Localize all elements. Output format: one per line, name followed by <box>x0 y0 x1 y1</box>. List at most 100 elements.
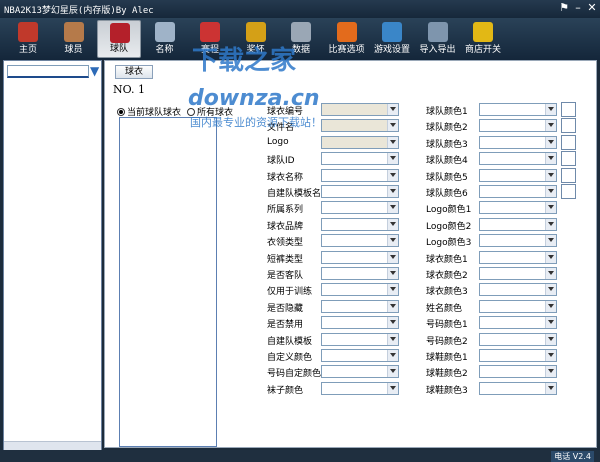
toolbar-button-home[interactable]: 主页 <box>6 20 50 58</box>
color-swatch[interactable] <box>561 167 576 183</box>
toolbar-button-gatorade[interactable]: 比赛选项 <box>325 20 369 58</box>
field-dropdown[interactable] <box>321 185 399 198</box>
filter-icon[interactable]: ▼ <box>90 64 102 78</box>
gear-icon <box>382 22 402 42</box>
toolbar-label: 商店开关 <box>464 45 501 55</box>
toolbar-button-team[interactable]: 球队 <box>97 20 141 58</box>
close-icon[interactable]: ✕ <box>584 1 600 15</box>
color-field-label: Logo颜色1 <box>426 205 472 216</box>
field-dropdown[interactable] <box>321 283 399 297</box>
color-field-label: 号码颜色1 <box>426 320 468 331</box>
color-dropdown[interactable] <box>479 250 557 264</box>
color-dropdown[interactable] <box>479 135 557 149</box>
team-search-input[interactable] <box>7 65 89 78</box>
field-dropdown[interactable] <box>321 168 399 182</box>
color-dropdown[interactable] <box>479 316 557 330</box>
field-dropdown[interactable] <box>321 250 399 264</box>
field-dropdown[interactable] <box>321 234 399 248</box>
chevron-down-icon <box>545 104 556 115</box>
toolbar-label: 名称 <box>155 45 174 55</box>
window-title: NBA2K13梦幻星辰(内存版)By Alec <box>4 6 154 16</box>
chevron-down-icon <box>545 136 556 148</box>
gatorade-icon <box>336 22 357 42</box>
chevron-down-icon <box>387 300 398 312</box>
color-dropdown[interactable] <box>479 234 557 248</box>
chevron-down-icon <box>387 235 398 247</box>
color-dropdown[interactable] <box>479 299 557 313</box>
chevron-down-icon <box>387 350 398 361</box>
chevron-down-icon <box>545 382 556 394</box>
toolbar-button-player[interactable]: 球员 <box>52 20 96 58</box>
field-label: 仅用于训练 <box>267 287 313 298</box>
chevron-down-icon <box>387 136 398 148</box>
color-field-label: 球队颜色3 <box>426 139 468 150</box>
toolbar-button-gear[interactable]: 游戏设置 <box>370 20 414 58</box>
color-dropdown[interactable] <box>479 168 557 182</box>
color-swatch[interactable] <box>561 118 576 134</box>
field-dropdown[interactable] <box>321 103 399 116</box>
radio-dot-selected <box>117 107 125 116</box>
toolbar-label: 比赛选项 <box>328 45 365 55</box>
chevron-down-icon <box>387 186 398 197</box>
toolbar-button-dollar[interactable]: 商店开关 <box>461 20 505 58</box>
color-dropdown[interactable] <box>479 381 557 395</box>
color-dropdown[interactable] <box>479 152 557 166</box>
chevron-down-icon <box>387 218 398 230</box>
field-dropdown[interactable] <box>321 381 399 395</box>
home-icon <box>18 22 38 42</box>
field-label: Logo <box>267 136 289 147</box>
field-label: 号码自定颜色 <box>267 369 322 380</box>
jersey-list[interactable] <box>119 117 217 447</box>
chevron-down-icon <box>387 202 398 214</box>
color-swatch[interactable] <box>561 151 576 167</box>
chevron-down-icon <box>545 186 556 197</box>
color-field-label: 球队颜色4 <box>426 156 468 167</box>
color-dropdown[interactable] <box>479 103 557 116</box>
radio-current-team-jersey[interactable]: 当前球队球衣 <box>117 105 181 118</box>
field-label: 球衣品牌 <box>267 221 304 232</box>
color-dropdown[interactable] <box>479 365 557 379</box>
chevron-down-icon <box>545 333 556 345</box>
field-dropdown[interactable] <box>321 119 399 133</box>
field-dropdown[interactable] <box>321 332 399 346</box>
calendar-icon <box>200 22 220 42</box>
chevron-down-icon <box>387 317 398 329</box>
toolbar-button-signature[interactable]: 名称 <box>143 20 187 58</box>
field-dropdown[interactable] <box>321 365 399 379</box>
field-dropdown[interactable] <box>321 135 399 149</box>
color-dropdown[interactable] <box>479 119 557 133</box>
chevron-down-icon <box>545 251 556 263</box>
field-dropdown[interactable] <box>321 349 399 362</box>
color-field-label: 球鞋颜色3 <box>426 385 468 396</box>
field-label: 衣领类型 <box>267 238 304 249</box>
toolbar-button-download[interactable]: 导入导出 <box>416 20 460 58</box>
tab-jersey[interactable]: 球衣 <box>115 65 153 79</box>
field-dropdown[interactable] <box>321 152 399 166</box>
color-dropdown[interactable] <box>479 332 557 346</box>
field-dropdown[interactable] <box>321 267 399 280</box>
toolbar-label: 球队 <box>109 44 128 54</box>
field-dropdown[interactable] <box>321 217 399 231</box>
color-dropdown[interactable] <box>479 217 557 231</box>
chevron-down-icon <box>387 333 398 345</box>
field-dropdown[interactable] <box>321 299 399 313</box>
field-label: 所属系列 <box>267 205 304 216</box>
watermark-title: 下载之家 <box>192 46 297 76</box>
color-swatch[interactable] <box>561 102 576 117</box>
color-dropdown[interactable] <box>479 201 557 215</box>
chevron-down-icon <box>545 120 556 132</box>
team-search-panel: ▼ <box>3 60 102 452</box>
color-dropdown[interactable] <box>479 185 557 198</box>
field-label: 自定义颜色 <box>267 353 313 363</box>
field-dropdown[interactable] <box>321 201 399 215</box>
field-dropdown[interactable] <box>321 316 399 330</box>
color-dropdown[interactable] <box>479 283 557 297</box>
dollar-icon <box>473 22 493 42</box>
chevron-down-icon <box>387 284 398 296</box>
chevron-down-icon <box>545 300 556 312</box>
color-dropdown[interactable] <box>479 349 557 362</box>
color-swatch[interactable] <box>561 184 576 199</box>
color-field-label: 球衣颜色1 <box>426 254 468 265</box>
color-dropdown[interactable] <box>479 267 557 280</box>
color-swatch[interactable] <box>561 134 576 150</box>
